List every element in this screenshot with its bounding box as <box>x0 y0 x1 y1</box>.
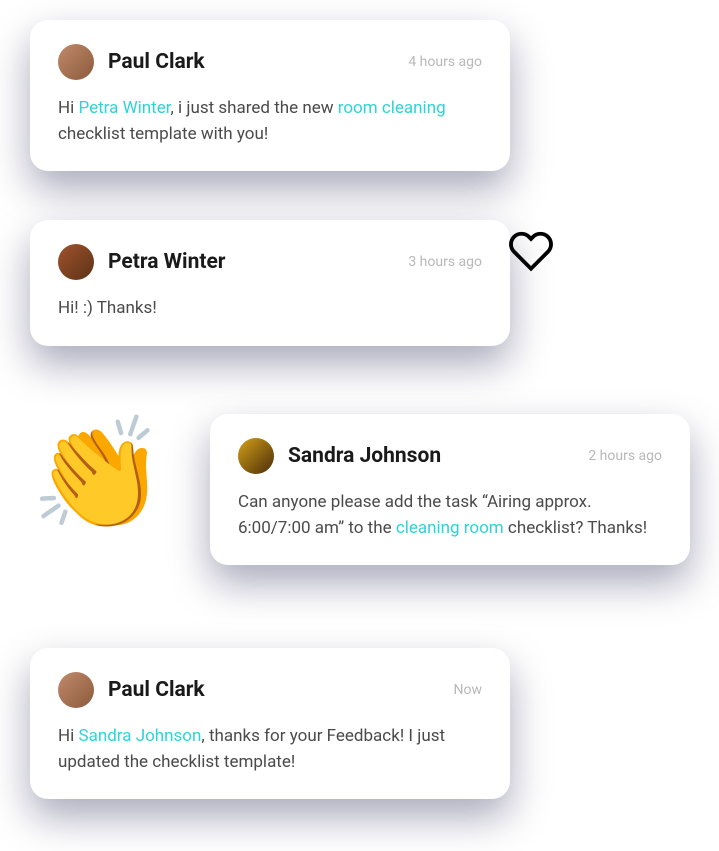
mention[interactable]: Sandra Johnson <box>78 726 201 746</box>
author-name: Petra Winter <box>108 250 394 274</box>
message-card[interactable]: Paul Clark 4 hours ago Hi Petra Winter, … <box>30 20 510 171</box>
avatar[interactable] <box>58 44 94 80</box>
avatar[interactable] <box>58 672 94 708</box>
message-card[interactable]: Sandra Johnson 2 hours ago Can anyone pl… <box>210 414 690 565</box>
clap-emoji-icon: 👏 <box>30 420 167 530</box>
mention[interactable]: Petra Winter <box>78 98 170 118</box>
avatar[interactable] <box>238 438 274 474</box>
message-body: Hi! :) Thanks! <box>58 296 482 322</box>
timestamp: 3 hours ago <box>408 254 482 270</box>
message-card[interactable]: Petra Winter 3 hours ago Hi! :) Thanks! <box>30 220 510 346</box>
message-body: Hi Petra Winter, i just shared the new r… <box>58 96 482 147</box>
inline-link[interactable]: room cleaning <box>338 98 446 118</box>
message-header: Sandra Johnson 2 hours ago <box>238 438 662 474</box>
timestamp: Now <box>454 682 483 698</box>
author-name: Sandra Johnson <box>288 444 574 468</box>
author-name: Paul Clark <box>108 50 394 74</box>
inline-link[interactable]: cleaning room <box>396 518 504 538</box>
timestamp: 2 hours ago <box>588 448 662 464</box>
message-body: Can anyone please add the task “Airing a… <box>238 490 662 541</box>
message-header: Paul Clark 4 hours ago <box>58 44 482 80</box>
timestamp: 4 hours ago <box>408 54 482 70</box>
message-header: Petra Winter 3 hours ago <box>58 244 482 280</box>
message-card[interactable]: Paul Clark Now Hi Sandra Johnson, thanks… <box>30 648 510 799</box>
message-header: Paul Clark Now <box>58 672 482 708</box>
author-name: Paul Clark <box>108 678 440 702</box>
avatar[interactable] <box>58 244 94 280</box>
heart-icon <box>508 228 554 278</box>
message-body: Hi Sandra Johnson, thanks for your Feedb… <box>58 724 482 775</box>
